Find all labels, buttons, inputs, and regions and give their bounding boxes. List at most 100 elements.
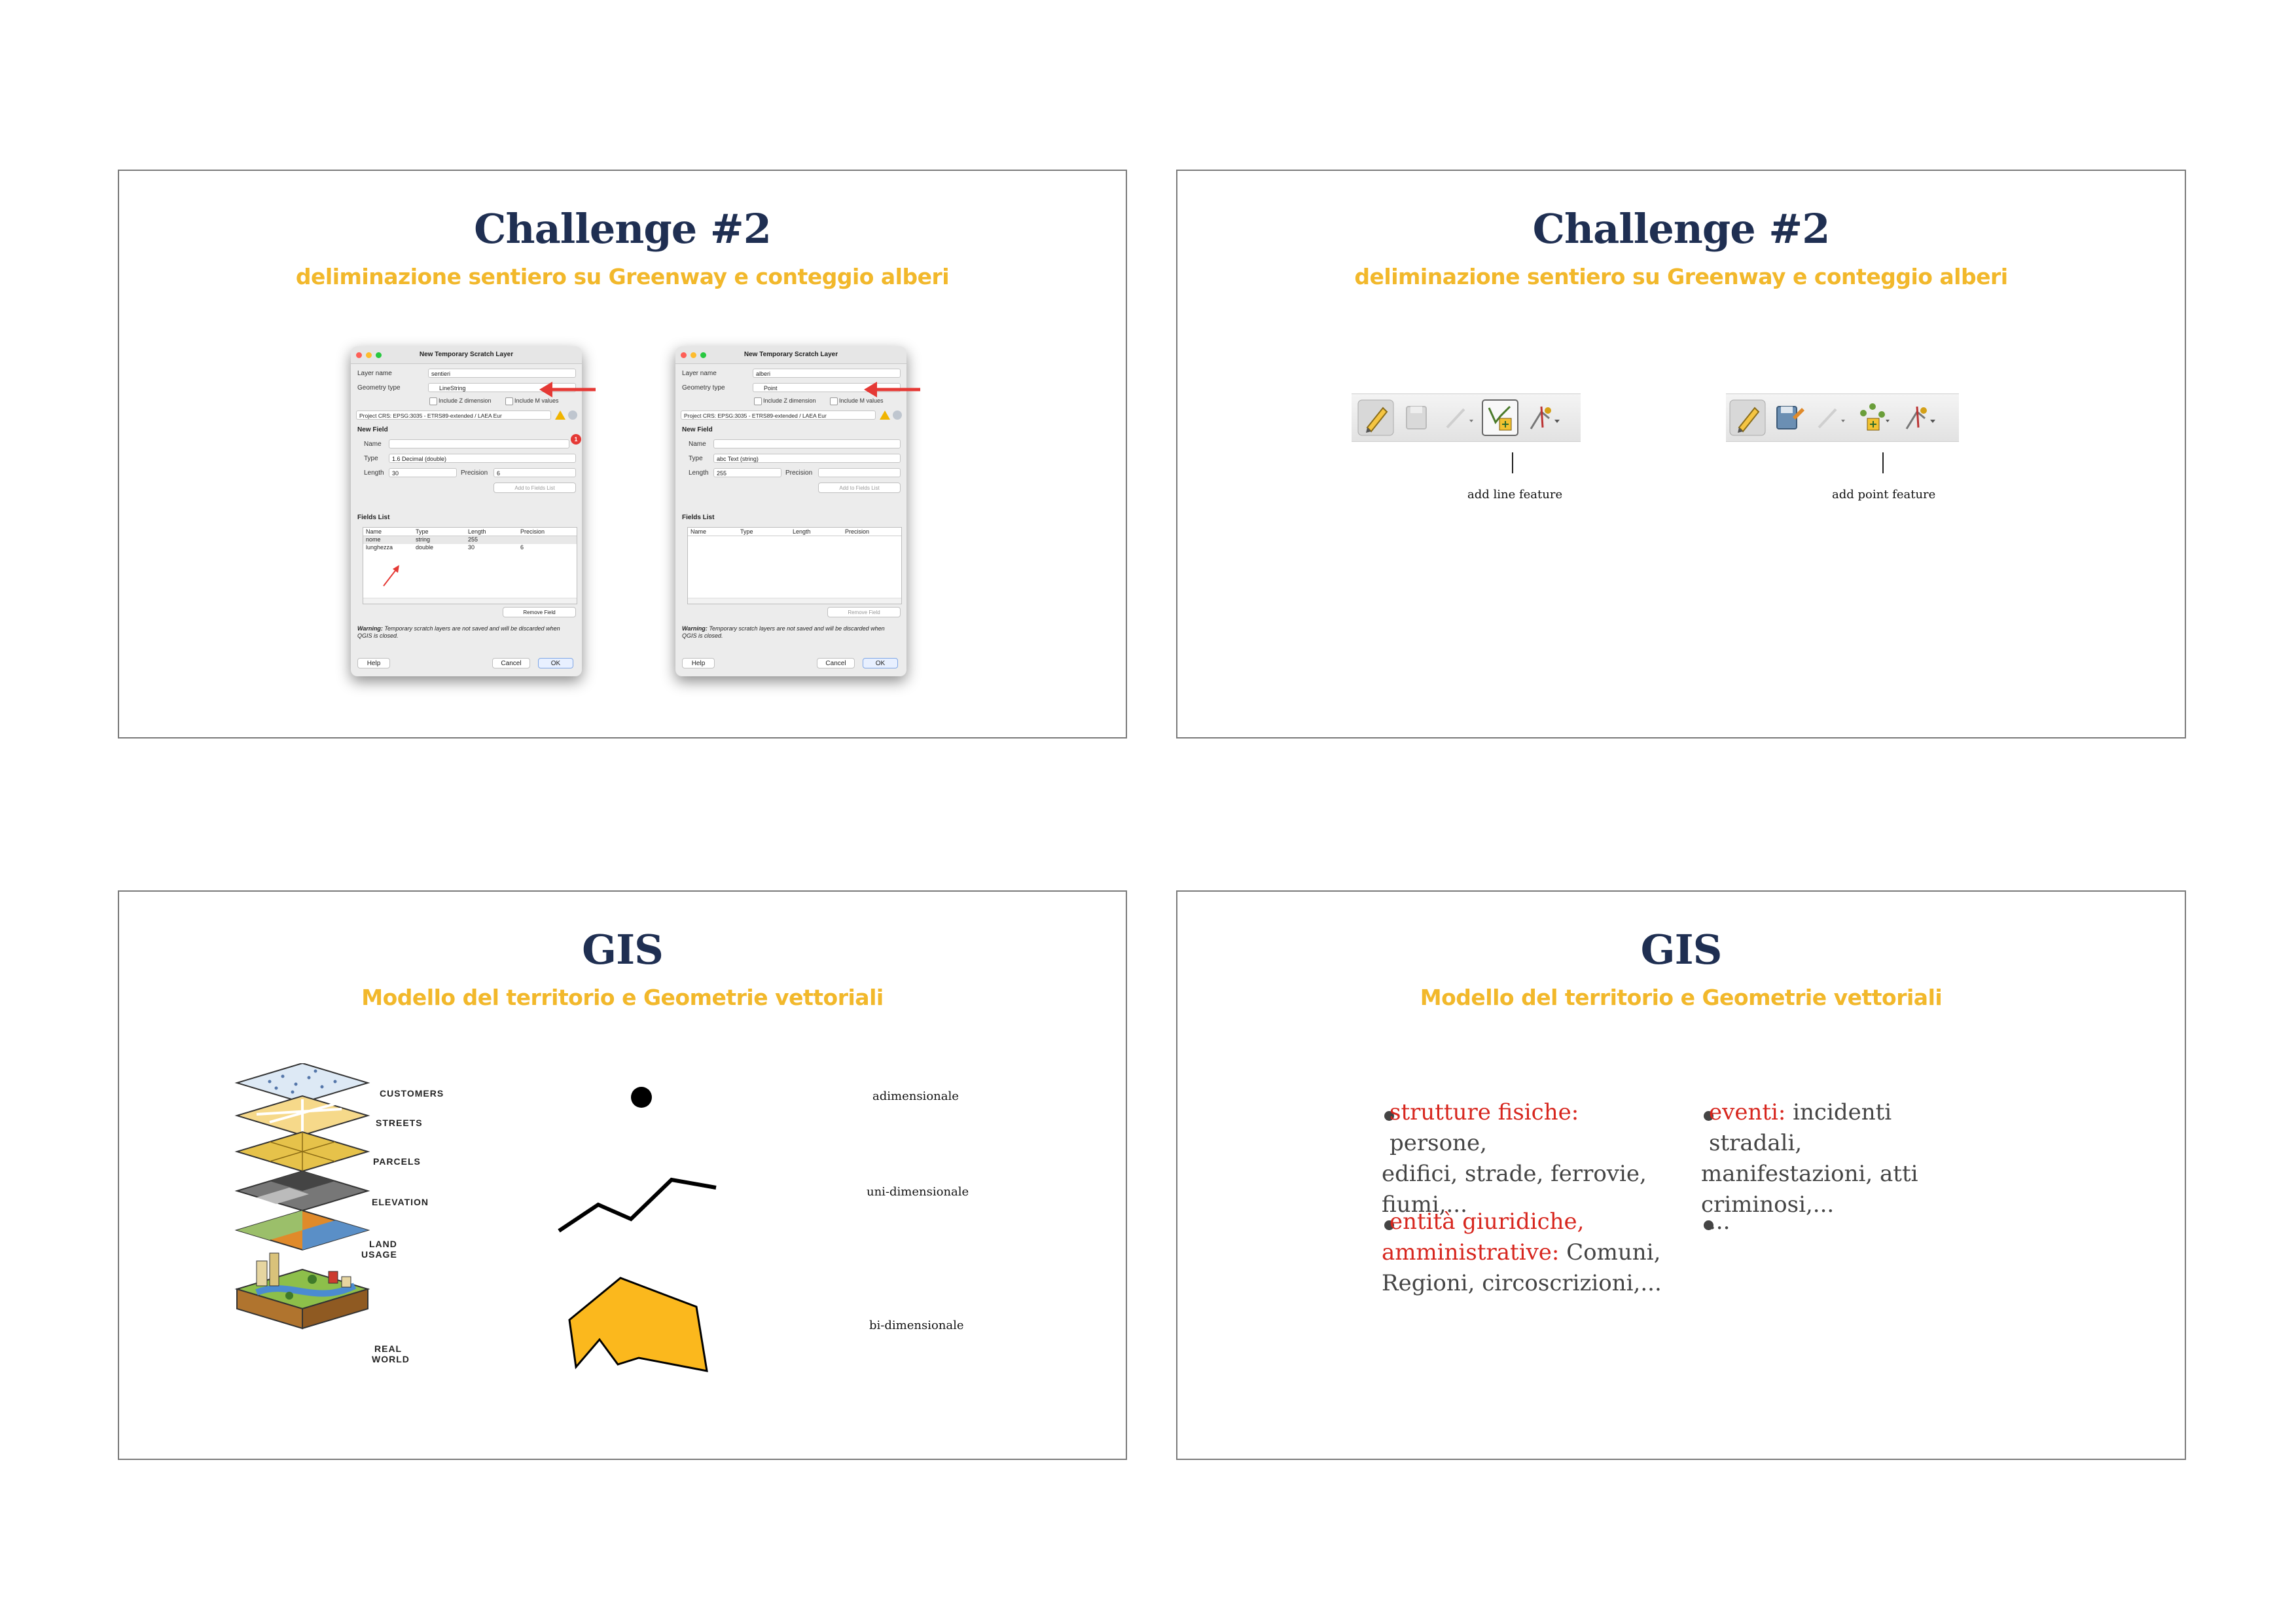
bullet-text: Comuni, xyxy=(1566,1239,1661,1266)
table-row[interactable]: nome string 255 xyxy=(363,536,577,544)
table-cell: nome xyxy=(366,536,381,543)
column-header-precision[interactable]: Precision xyxy=(520,528,545,535)
dialog-title: New Temporary Scratch Layer xyxy=(419,351,514,358)
field-precision-input[interactable]: 6 xyxy=(493,468,576,477)
save-edits-icon[interactable] xyxy=(1769,399,1807,437)
cancel-button[interactable]: Cancel xyxy=(817,658,855,668)
ok-button[interactable]: OK xyxy=(863,658,898,668)
column-header-length[interactable]: Length xyxy=(793,528,811,535)
geometry-type-label: Geometry type xyxy=(682,384,725,392)
warning-message: Temporary scratch layers are not saved a… xyxy=(357,625,560,639)
column-header-name[interactable]: Name xyxy=(366,528,382,535)
label-zero-dimensional: adimensionale xyxy=(872,1089,959,1103)
digitize-with-segment-icon[interactable] xyxy=(1810,399,1848,437)
include-z-checkbox[interactable] xyxy=(754,397,762,405)
remove-field-button[interactable]: Remove Field xyxy=(827,607,901,617)
column-header-type[interactable]: Type xyxy=(740,528,753,535)
add-to-fields-button[interactable]: Add to Fields List xyxy=(818,483,901,493)
layer-label-usage: USAGE xyxy=(361,1249,397,1260)
field-length-input[interactable]: 255 xyxy=(713,468,781,477)
layer-label-elevation: ELEVATION xyxy=(372,1197,429,1207)
include-z-label: Include Z dimension xyxy=(439,397,492,404)
layer-name-input[interactable]: alberi xyxy=(753,369,901,378)
toggle-editing-icon[interactable] xyxy=(1357,399,1395,437)
column-header-length[interactable]: Length xyxy=(468,528,486,535)
dialog-title: New Temporary Scratch Layer xyxy=(744,351,838,358)
include-z-checkbox[interactable] xyxy=(429,397,437,405)
layer-label-streets: STREETS xyxy=(376,1118,423,1128)
red-arrow-icon xyxy=(539,382,596,397)
add-to-fields-button[interactable]: Add to Fields List xyxy=(493,483,576,493)
label-two-dimensional: bi-dimensionale xyxy=(869,1319,964,1332)
help-button[interactable]: Help xyxy=(357,658,390,668)
crs-selector-icon[interactable] xyxy=(893,410,902,420)
save-edits-icon[interactable] xyxy=(1397,399,1435,437)
table-cell: 255 xyxy=(468,536,478,543)
toggle-editing-icon[interactable] xyxy=(1729,399,1767,437)
field-name-input[interactable] xyxy=(713,439,901,448)
new-field-heading: New Field xyxy=(357,426,388,433)
table-row[interactable]: lunghezza double 30 6 xyxy=(363,544,577,552)
add-point-feature-icon[interactable] xyxy=(1853,399,1891,437)
add-line-feature-icon[interactable] xyxy=(1481,399,1519,437)
red-arrow-icon xyxy=(864,382,920,397)
slide-challenge-dialogs: Challenge #2 deliminazione sentiero su G… xyxy=(118,170,1127,739)
crs-select[interactable]: Project CRS: EPSG:3035 - ETRS89-extended… xyxy=(356,410,551,420)
bullet-line: amministrative: Comuni, xyxy=(1382,1237,1663,1268)
layer-label-land: LAND xyxy=(369,1239,397,1249)
ok-button[interactable]: OK xyxy=(538,658,573,668)
digitize-with-segment-icon[interactable] xyxy=(1438,399,1476,437)
vertex-tool-icon[interactable] xyxy=(1899,399,1937,437)
dialog-titlebar: New Temporary Scratch Layer xyxy=(351,346,582,364)
warning-text: Warning: Temporary scratch layers are no… xyxy=(682,625,898,640)
table-cell: 6 xyxy=(520,544,524,551)
slide-subtitle: deliminazione sentiero su Greenway e con… xyxy=(1354,264,2008,289)
layer-name-input[interactable]: sentieri xyxy=(428,369,576,378)
bullet-highlight: entità giuridiche, xyxy=(1390,1209,1585,1235)
fields-table: Name Type Length Precision xyxy=(687,527,902,604)
point-geometry-icon xyxy=(631,1087,652,1108)
horizontal-scrollbar[interactable] xyxy=(363,598,577,604)
crs-select[interactable]: Project CRS: EPSG:3035 - ETRS89-extended… xyxy=(681,410,876,420)
add-line-feature-caption: add line feature xyxy=(1467,488,1563,501)
bullet-highlight: strutture fisiche: xyxy=(1390,1099,1579,1125)
crs-selector-icon[interactable] xyxy=(568,410,577,420)
horizontal-scrollbar[interactable] xyxy=(688,598,901,604)
warning-message: Temporary scratch layers are not saved a… xyxy=(682,625,885,639)
include-m-checkbox[interactable] xyxy=(505,397,513,405)
label-one-dimensional: uni-dimensionale xyxy=(867,1185,969,1199)
warning-text: Warning: Temporary scratch layers are no… xyxy=(357,625,573,640)
layer-name-label: Layer name xyxy=(357,370,392,377)
vertex-tool-icon[interactable] xyxy=(1523,399,1561,437)
include-m-checkbox[interactable] xyxy=(830,397,838,405)
bullet-line: ... xyxy=(1709,1209,1731,1235)
field-type-select[interactable]: abc Text (string) xyxy=(713,454,901,463)
bullet-line: edifici, strade, ferrovie, xyxy=(1382,1161,1647,1187)
field-type-select[interactable]: 1.6 Decimal (double) xyxy=(389,454,576,463)
cancel-button[interactable]: Cancel xyxy=(492,658,530,668)
remove-field-button[interactable]: Remove Field xyxy=(503,607,576,617)
geometry-type-label: Geometry type xyxy=(357,384,401,392)
slide-gis-geometries: GIS Modello del territorio e Geometrie v… xyxy=(118,890,1127,1460)
caption-leader-line xyxy=(1512,452,1513,473)
layer-label-real: REAL xyxy=(374,1343,403,1354)
field-name-input[interactable] xyxy=(389,439,569,448)
precision-label: Precision xyxy=(785,469,813,477)
bullet-events: eventi: incidenti stradali, manifestazio… xyxy=(1701,1097,1989,1220)
slide-title: Challenge #2 xyxy=(474,205,772,253)
field-length-input[interactable]: 30 xyxy=(389,468,457,477)
slide-subtitle: Modello del territorio e Geometrie vetto… xyxy=(361,985,884,1010)
field-precision-input[interactable] xyxy=(818,468,901,477)
help-button[interactable]: Help xyxy=(682,658,715,668)
column-header-name[interactable]: Name xyxy=(691,528,706,535)
length-label: Length xyxy=(364,469,384,477)
slide-gis-entities: GIS Modello del territorio e Geometrie v… xyxy=(1176,890,2186,1460)
column-header-precision[interactable]: Precision xyxy=(845,528,869,535)
warning-label: Warning: xyxy=(682,625,708,632)
layer-label-customers: CUSTOMERS xyxy=(380,1088,444,1099)
table-cell: lunghezza xyxy=(366,544,393,551)
name-label: Name xyxy=(364,441,382,448)
caption-leader-line xyxy=(1882,452,1884,473)
column-header-type[interactable]: Type xyxy=(416,528,429,535)
dialog-titlebar: New Temporary Scratch Layer xyxy=(675,346,906,364)
